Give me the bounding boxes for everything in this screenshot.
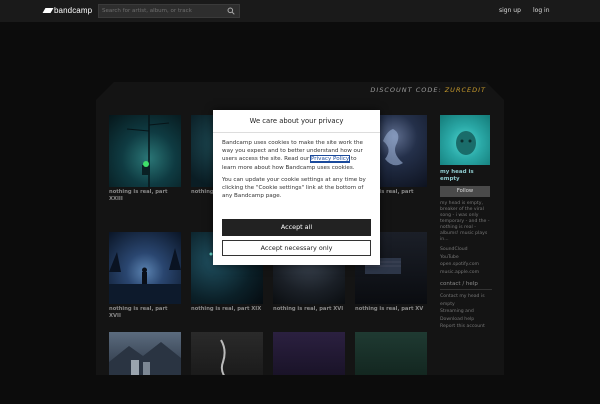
top-bar: bandcamp sign up log in (0, 0, 600, 22)
album-art[interactable] (355, 332, 427, 375)
album-item[interactable] (109, 332, 181, 375)
discount-code: DISCOUNT CODE: ZURCEDIT (370, 86, 486, 94)
follow-button[interactable]: Follow (440, 186, 490, 197)
dialog-paragraph-2: You can update your cookie settings at a… (222, 176, 366, 200)
search-box (98, 4, 240, 18)
album-title[interactable]: nothing is real, part XVII (109, 306, 181, 320)
artist-photo-image (456, 131, 476, 155)
artist-sidebar: my head is empty Follow my head is empty… (440, 115, 492, 331)
album-title[interactable]: nothing is real, part XVI (273, 306, 345, 313)
artist-photo[interactable] (440, 115, 490, 165)
artist-link[interactable]: music.apple.com (440, 269, 492, 277)
artist-name[interactable]: my head is empty (440, 169, 492, 183)
artist-links: SoundCloud YouTube open.spotify.com musi… (440, 246, 492, 276)
album-art-image (126, 115, 170, 187)
artist-link[interactable]: YouTube (440, 254, 492, 262)
logo-text: bandcamp (54, 6, 93, 15)
album-art-image (220, 339, 230, 375)
dialog-title: We care about your privacy (213, 110, 380, 133)
album-item[interactable] (191, 332, 263, 375)
artist-link[interactable]: open.spotify.com (440, 261, 492, 269)
album-title[interactable]: nothing is real, part XIX (191, 306, 263, 313)
cookie-consent-dialog: We care about your privacy Bandcamp uses… (213, 110, 380, 265)
album-art[interactable] (273, 332, 345, 375)
contact-help-heading: contact / help (440, 281, 492, 290)
accept-all-button[interactable]: Accept all (222, 219, 371, 236)
signup-link[interactable]: sign up (499, 7, 521, 14)
album-art[interactable] (109, 332, 181, 375)
discount-code-value: ZURCEDIT (444, 86, 486, 94)
album-title[interactable]: nothing is real, part XXIII (109, 189, 181, 203)
accept-necessary-button[interactable]: Accept necessary only (222, 240, 371, 256)
report-account-link[interactable]: Report this account (440, 323, 492, 331)
discount-label: DISCOUNT CODE: (370, 86, 442, 94)
dialog-body: Bandcamp uses cookies to make the site w… (213, 133, 380, 200)
bandcamp-logo[interactable]: bandcamp (42, 6, 93, 15)
album-art-image (109, 248, 181, 304)
contact-links: Contact my head is empty Streaming and D… (440, 293, 492, 331)
streaming-help-link[interactable]: Streaming and Download help (440, 308, 492, 323)
dialog-paragraph-1: Bandcamp uses cookies to make the site w… (222, 139, 371, 172)
artist-link[interactable]: SoundCloud (440, 246, 492, 254)
album-item[interactable]: nothing is real, part XVII (109, 232, 181, 320)
privacy-policy-link[interactable]: Privacy Policy (310, 155, 351, 164)
search-icon[interactable] (227, 7, 235, 15)
album-art[interactable] (109, 232, 181, 304)
album-item[interactable]: nothing is real, part XXIII (109, 115, 181, 203)
album-item[interactable] (273, 332, 345, 375)
search-input[interactable] (99, 5, 226, 17)
album-art[interactable] (109, 115, 181, 187)
artist-bio: my head is empty, breaker of the viral s… (440, 201, 490, 242)
logo-mark-icon (42, 8, 54, 13)
album-title[interactable]: nothing is real, part XV (355, 306, 427, 313)
login-link[interactable]: log in (533, 7, 550, 14)
album-item[interactable] (355, 332, 427, 375)
album-art[interactable] (191, 332, 263, 375)
album-art-image (109, 342, 181, 375)
contact-link[interactable]: Contact my head is empty (440, 293, 492, 308)
